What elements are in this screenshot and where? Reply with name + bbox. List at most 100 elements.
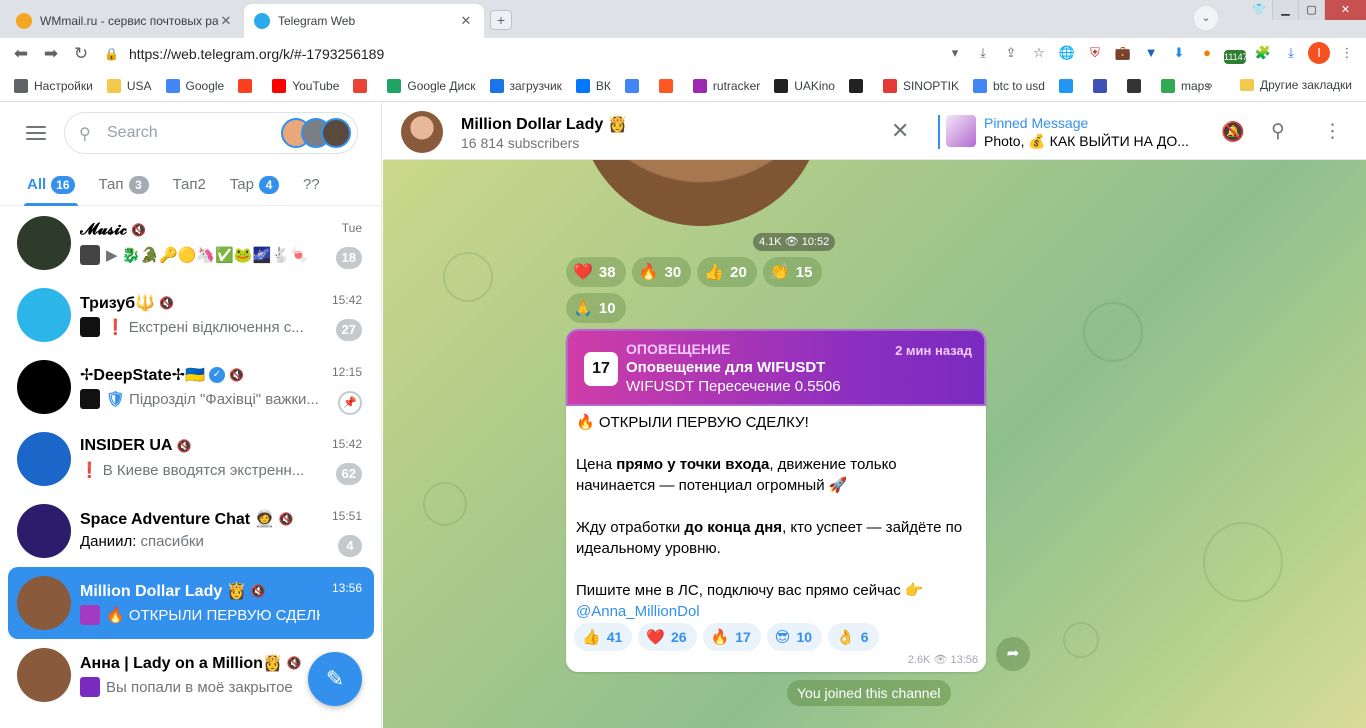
google-icon <box>165 78 180 93</box>
bookmark-item[interactable]: btc to usd <box>972 78 1045 93</box>
bookmark-item[interactable]: SINOPTIK <box>882 78 959 93</box>
close-window-button[interactable]: ✕ <box>1324 0 1366 20</box>
chat-list-item[interactable]: Тризуб🔱 🔇 15:42 ❗ Екстрені відключення с... 2… <box>8 279 374 351</box>
vpn-icon[interactable]: ▼ <box>1140 42 1162 64</box>
minimize-button[interactable]: ▁ <box>1272 0 1298 20</box>
tab-telegram[interactable]: Telegram Web ✕ <box>244 4 484 38</box>
reaction-chip[interactable]: 👍 41 <box>574 623 633 651</box>
folder-tab[interactable]: Тап2 <box>173 164 206 206</box>
bookmark-item[interactable]: Настройки <box>14 78 93 93</box>
chat-list-item[interactable]: INSIDER UA 🔇 15:42 ❗ В Киеве вводятся экстре… <box>8 423 374 495</box>
bookmark-item[interactable] <box>238 78 258 93</box>
bookmark-item[interactable]: Google <box>165 78 224 93</box>
compose-pencil-icon[interactable]: ✎ <box>308 652 362 706</box>
channel-avatar[interactable] <box>401 111 443 153</box>
stories-avatars[interactable] <box>281 118 351 148</box>
puzzle-icon[interactable]: 🧩 <box>1252 42 1274 64</box>
message-thumbnail <box>80 677 100 697</box>
reaction-chip[interactable]: 👍 20 <box>697 257 757 287</box>
search-input[interactable] <box>107 124 277 142</box>
new-tab-button[interactable]: + <box>490 10 512 30</box>
close-icon[interactable]: ✕ <box>891 118 909 144</box>
reaction-chip[interactable]: ❤️ 26 <box>638 623 697 651</box>
menu-icon[interactable] <box>26 126 46 140</box>
folder-tab[interactable]: Тап 3 <box>99 164 149 206</box>
share-icon[interactable]: ⇪ <box>1000 42 1022 64</box>
unread-badge: 18 <box>335 247 362 269</box>
search-icon[interactable]: ⚲ <box>1271 120 1285 143</box>
briefcase-icon[interactable]: 💼 <box>1112 42 1134 64</box>
bookmark-item[interactable]: загрузчик <box>489 78 562 93</box>
username-link[interactable]: @Anna_MillionDol <box>576 603 700 620</box>
forward-icon[interactable]: ➦ <box>996 637 1030 671</box>
forward-icon[interactable]: ➡ <box>36 44 66 64</box>
bookmark-item[interactable] <box>658 78 679 93</box>
address-bar: ⬅ ➡ ↻ 🔒 https://web.telegram.org/k/#-179… <box>0 38 1366 70</box>
reaction-chip[interactable]: 😎 10 <box>766 623 823 651</box>
reaction-emoji: 🔥 <box>710 629 730 646</box>
bookmark-item[interactable]: Google Диск <box>387 78 476 93</box>
bookmark-item[interactable]: UAKino <box>774 78 835 93</box>
bookmark-item[interactable] <box>624 78 645 93</box>
bookmark-item[interactable] <box>1126 78 1147 93</box>
search-box[interactable]: ⚲ <box>64 112 358 154</box>
extension-badge[interactable]: 11147 <box>1224 50 1248 64</box>
bookmark-item[interactable]: ВК <box>575 78 611 93</box>
menu-dots-icon[interactable]: ⋮ <box>1336 42 1358 64</box>
dropdown-icon[interactable]: ▾ <box>944 42 966 64</box>
tab-search-icon[interactable]: ⌄ <box>1194 6 1218 30</box>
globe-icon[interactable]: 🌐 <box>1056 42 1078 64</box>
folder-unread-badge: 4 <box>258 175 279 194</box>
tab-wmmail[interactable]: WMmail.ru - сервис почтовых рас ✕ <box>6 4 244 38</box>
chat-list-item[interactable]: Space Adventure Chat 🧑‍🚀 🔇 15:51 Даниил: спа… <box>8 495 374 567</box>
chat-list-item[interactable]: ✢DeepState✢🇺🇦 ✓ 🔇 12:15 🛡 Підрозділ "Фахівці"… <box>8 351 374 423</box>
install-icon[interactable]: ⤓ <box>972 42 994 64</box>
folder-tab[interactable]: Tap 4 <box>230 164 279 206</box>
bookmark-item[interactable] <box>848 78 869 93</box>
folder-tab[interactable]: ?? <box>303 164 320 206</box>
bookmarks-more-icon[interactable]: » <box>1206 78 1213 92</box>
bookmark-item[interactable]: USA <box>106 78 152 93</box>
download-ext-icon[interactable]: ⬇ <box>1168 42 1190 64</box>
bookmark-item[interactable]: rutracker <box>692 78 760 93</box>
back-icon[interactable]: ⬅ <box>6 44 36 64</box>
close-tab-icon[interactable]: ✕ <box>458 13 474 29</box>
reaction-chip[interactable]: 👌 6 <box>828 623 879 651</box>
profile-avatar-icon[interactable]: I <box>1308 42 1330 64</box>
reaction-emoji: 👍 <box>582 629 601 646</box>
bookmark-item[interactable]: maps <box>1160 78 1210 93</box>
more-vertical-icon[interactable]: ⋮ <box>1323 120 1342 143</box>
chat-list-item[interactable]: 𝓜𝓾𝓼𝓲𝓬 🔇 Tue ▶ 🐉🐊🔑🟡🦄✅🐸🌌🐇🍬 18 <box>8 207 374 279</box>
ublock-icon[interactable]: ⛨ <box>1084 42 1106 64</box>
reaction-chip[interactable]: 👏 15 <box>762 257 823 287</box>
bookmark-item[interactable] <box>1092 78 1113 93</box>
pinned-message[interactable]: Pinned Message Photo, 💰 КАК ВЫЙТИ НА ДО.… <box>938 115 1189 149</box>
reload-icon[interactable]: ↻ <box>66 44 96 64</box>
telegram-icon <box>254 13 270 29</box>
bookmark-label: UAKino <box>794 78 835 93</box>
channel-title[interactable]: Million Dollar Lady 👸 <box>461 114 628 134</box>
wallet-icon[interactable]: ● <box>1196 42 1218 64</box>
message-thumbnail <box>80 605 100 625</box>
reaction-chip[interactable]: 🙏 10 <box>566 293 626 323</box>
lock-icon[interactable]: 🔒 <box>104 47 119 61</box>
chat-list-item[interactable]: Million Dollar Lady 👸 🔇 13:56 🔥 ОТКРЫЛИ ПЕР… <box>8 567 374 639</box>
bell-off-icon[interactable]: 🔕 <box>1221 120 1245 144</box>
profile-theme-icon[interactable]: 👕 <box>1246 0 1272 20</box>
downloads-icon[interactable]: ⤓ <box>1280 42 1302 64</box>
other-bookmarks[interactable]: Другие закладки <box>1240 78 1352 92</box>
channel-message[interactable]: 17 ОПОВЕЩЕНИЕ 2 мин назад Оповещение для… <box>566 329 986 672</box>
folder-tab[interactable]: All 16 <box>24 164 78 206</box>
bookmark-item[interactable]: YouTube <box>272 78 339 93</box>
reaction-chip[interactable]: 🔥 17 <box>702 623 761 651</box>
reaction-chip[interactable]: 🔥 30 <box>631 257 692 287</box>
bookmark-item[interactable] <box>1058 78 1079 93</box>
reaction-chip[interactable]: ❤️ 38 <box>566 257 626 287</box>
bookmark-item[interactable] <box>353 78 373 93</box>
url-field[interactable]: https://web.telegram.org/k/#-1793256189 <box>129 46 929 62</box>
story-avatar[interactable] <box>321 118 351 148</box>
maximize-button[interactable]: ▢ <box>1298 0 1324 20</box>
close-tab-icon[interactable]: ✕ <box>218 13 234 29</box>
star-icon[interactable]: ☆ <box>1028 42 1050 64</box>
chat-sidebar: ⚲ All16 Тап3 Тап2 Tap4?? 𝓜𝓾𝓼𝓲𝓬🔇Tue▶ 🐉🐊🔑🟡🦄✅🐸… <box>0 102 382 728</box>
